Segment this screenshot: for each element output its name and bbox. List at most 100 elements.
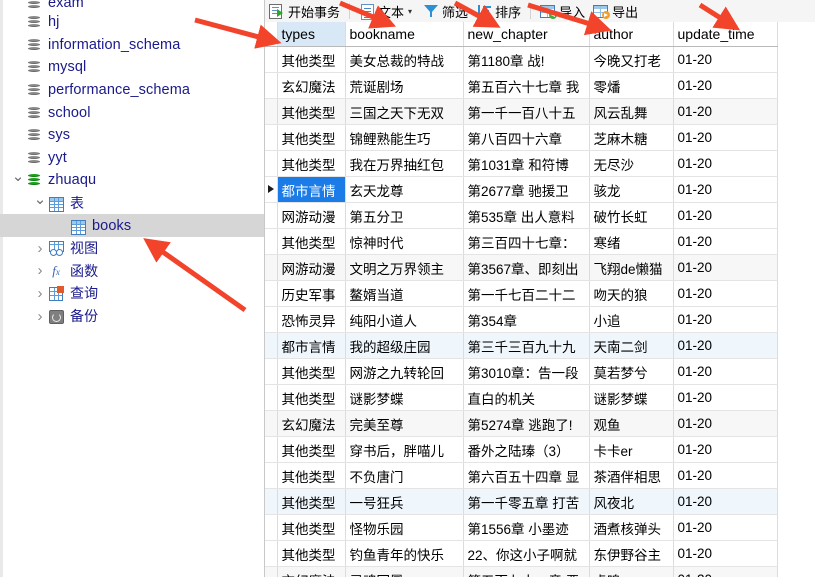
cell-bookname[interactable]: 我在万界抽红包 (345, 150, 464, 177)
table-row[interactable]: 玄幻魔法灵魂冠冕第五百九十一章 恶虚鸣01-20 (265, 566, 778, 577)
cell-update_time[interactable]: 01-20 (673, 280, 778, 307)
cell-new_chapter[interactable]: 第354章 (463, 306, 590, 333)
sidebar-item-information_schema[interactable]: information_schema (0, 34, 264, 57)
cell-author[interactable]: 零燔 (589, 72, 674, 99)
cell-new_chapter[interactable]: 第5274章 逃跑了! (463, 410, 590, 437)
cell-types[interactable]: 网游动漫 (277, 254, 346, 281)
cell-types[interactable]: 其他类型 (277, 228, 346, 255)
cell-update_time[interactable]: 01-20 (673, 202, 778, 229)
toolbar-button-sort[interactable]: 排序 (472, 1, 525, 21)
row-marker[interactable] (265, 566, 278, 577)
cell-author[interactable]: 风云乱舞 (589, 98, 674, 125)
table-row[interactable]: 其他类型 怪物乐园 第1556章 小墨迹 酒煮核弹头 01-20 (265, 514, 778, 541)
toolbar-button-text[interactable]: 文本 ▾ (355, 1, 419, 21)
cell-author[interactable]: 小追 (589, 306, 674, 333)
cell-bookname[interactable]: 完美至尊 (345, 410, 464, 437)
cell-types[interactable]: 其他类型 (277, 358, 346, 385)
cell-update_time[interactable]: 01-20 (673, 488, 778, 515)
cell-new_chapter[interactable]: 22、你这小子啊就 (463, 540, 590, 567)
table-body[interactable]: 其他类型 美女总裁的特战 第1180章 战! 今晚又打老 01-20 玄幻魔法 荒诞剧场 第五… (265, 46, 778, 577)
sidebar-item-school[interactable]: school (0, 101, 264, 124)
cell-types[interactable]: 其他类型 (277, 98, 346, 125)
cell-bookname[interactable]: 鳌婿当道 (345, 280, 464, 307)
cell-bookname[interactable]: 文明之万界领主 (345, 254, 464, 281)
cell-author[interactable]: 无尽沙 (589, 150, 674, 177)
cell-author[interactable]: 今晚又打老 (589, 46, 674, 73)
header-row[interactable]: types bookname new_chapter author update_tim… (265, 22, 778, 47)
row-marker[interactable] (265, 72, 278, 99)
object-tree-sidebar[interactable]: exam hj information_schema mysql performance… (0, 0, 265, 577)
cell-update_time[interactable]: 01-20 (673, 306, 778, 333)
cell-update_time[interactable]: 01-20 (673, 436, 778, 463)
cell-bookname[interactable]: 不负唐门 (345, 462, 464, 489)
cell-bookname[interactable]: 锦鲤熟能生巧 (345, 124, 464, 151)
table-row[interactable]: 都市言情 玄天龙尊 第2677章 驰援卫 骇龙 01-20 (265, 176, 778, 203)
sidebar-item-函数[interactable]: fx 函数 (0, 260, 264, 283)
cell-author[interactable]: 骇龙 (589, 176, 674, 203)
cell-update_time[interactable]: 01-20 (673, 332, 778, 359)
column-header-bookname[interactable]: bookname (345, 22, 464, 47)
row-marker[interactable] (265, 436, 278, 463)
cell-types[interactable]: 其他类型 (277, 46, 346, 73)
cell-bookname[interactable]: 纯阳小道人 (345, 306, 464, 333)
cell-types[interactable]: 玄幻魔法 (277, 566, 346, 577)
table-row[interactable]: 其他类型 惊神时代 第三百四十七章： 寒绪 01-20 (265, 228, 778, 255)
cell-bookname[interactable]: 我的超级庄园 (345, 332, 464, 359)
cell-update_time[interactable]: 01-20 (673, 72, 778, 99)
cell-update_time[interactable]: 01-20 (673, 462, 778, 489)
row-marker[interactable] (265, 332, 278, 359)
chevron-right-icon[interactable] (32, 263, 48, 278)
cell-author[interactable]: 东伊野谷主 (589, 540, 674, 567)
cell-author[interactable]: 茶酒伴相思 (589, 462, 674, 489)
grid-scroll-area[interactable]: types bookname new_chapter author update_tim… (265, 22, 815, 577)
cell-types[interactable]: 其他类型 (277, 150, 346, 177)
table-row[interactable]: 都市言情 我的超级庄园 第三千三百九十九 天南二剑 01-20 (265, 332, 778, 359)
cell-types[interactable]: 其他类型 (277, 514, 346, 541)
cell-new_chapter[interactable]: 第3567章、即刻出 (463, 254, 590, 281)
cell-new_chapter[interactable]: 第535章 出人意料 (463, 202, 590, 229)
cell-bookname[interactable]: 怪物乐园 (345, 514, 464, 541)
cell-types[interactable]: 其他类型 (277, 462, 346, 489)
cell-update_time[interactable]: 01-20 (673, 228, 778, 255)
sidebar-item-hj[interactable]: hj (0, 11, 264, 34)
cell-new_chapter[interactable]: 第三千三百九十九 (463, 332, 590, 359)
cell-author[interactable]: 酒煮核弹头 (589, 514, 674, 541)
cell-types[interactable]: 玄幻魔法 (277, 72, 346, 99)
table-row[interactable]: 其他类型 不负唐门 第六百五十四章 显茶酒伴相思 01-20 (265, 462, 778, 489)
cell-update_time[interactable]: 01-20 (673, 150, 778, 177)
sidebar-item-sys[interactable]: sys (0, 124, 264, 147)
row-marker[interactable] (265, 254, 278, 281)
cell-new_chapter[interactable]: 第五百六十七章 我 (463, 72, 590, 99)
cell-bookname[interactable]: 网游之九转轮回 (345, 358, 464, 385)
table-row[interactable]: 其他类型 谜影梦蝶 直白的机关 谜影梦蝶 01-20 (265, 384, 778, 411)
cell-bookname[interactable]: 玄天龙尊 (345, 176, 464, 203)
chevron-right-icon[interactable] (32, 309, 48, 324)
table-row[interactable]: 其他类型 网游之九转轮回 第3010章：告一段 莫若梦兮 01-20 (265, 358, 778, 385)
sidebar-item-books[interactable]: books (0, 214, 264, 237)
row-marker[interactable] (265, 358, 278, 385)
grid-toolbar[interactable]: 开始事务 文本 ▾ 筛选 排序 导入 导出 (265, 0, 815, 23)
table-row[interactable]: 历史军事 鳌婿当道 第一千七百二十二 吻天的狼 01-20 (265, 280, 778, 307)
cell-update_time[interactable]: 01-20 (673, 176, 778, 203)
cell-new_chapter[interactable]: 第一千一百八十五 (463, 98, 590, 125)
chevron-down-icon[interactable] (32, 196, 48, 211)
cell-new_chapter[interactable]: 第八百四十六章 (463, 124, 590, 151)
table-row[interactable]: 其他类型 我在万界抽红包 第1031章 和符博 无尽沙 01-20 (265, 150, 778, 177)
sidebar-item-yyt[interactable]: yyt (0, 147, 264, 170)
row-marker[interactable] (265, 410, 278, 437)
table-row[interactable]: 其他类型 一号狂兵 第一千零五章 打苦 风夜北 01-20 (265, 488, 778, 515)
sidebar-item-备份[interactable]: 备份 (0, 305, 264, 328)
table-row[interactable]: 其他类型 三国之天下无双 第一千一百八十五 风云乱舞 01-20 (265, 98, 778, 125)
cell-bookname[interactable]: 谜影梦蝶 (345, 384, 464, 411)
cell-bookname[interactable]: 荒诞剧场 (345, 72, 464, 99)
cell-new_chapter[interactable]: 第六百五十四章 显 (463, 462, 590, 489)
row-marker[interactable] (265, 228, 278, 255)
cell-bookname[interactable]: 三国之天下无双 (345, 98, 464, 125)
cell-new_chapter[interactable]: 第1031章 和符博 (463, 150, 590, 177)
cell-update_time[interactable]: 01-20 (673, 384, 778, 411)
table-row[interactable]: 玄幻魔法 完美至尊 第5274章 逃跑了! 观鱼 01-20 (265, 410, 778, 437)
cell-author[interactable]: 风夜北 (589, 488, 674, 515)
row-marker[interactable] (265, 280, 278, 307)
cell-author[interactable]: 虚鸣 (589, 566, 674, 577)
cell-new_chapter[interactable]: 第三百四十七章： (463, 228, 590, 255)
